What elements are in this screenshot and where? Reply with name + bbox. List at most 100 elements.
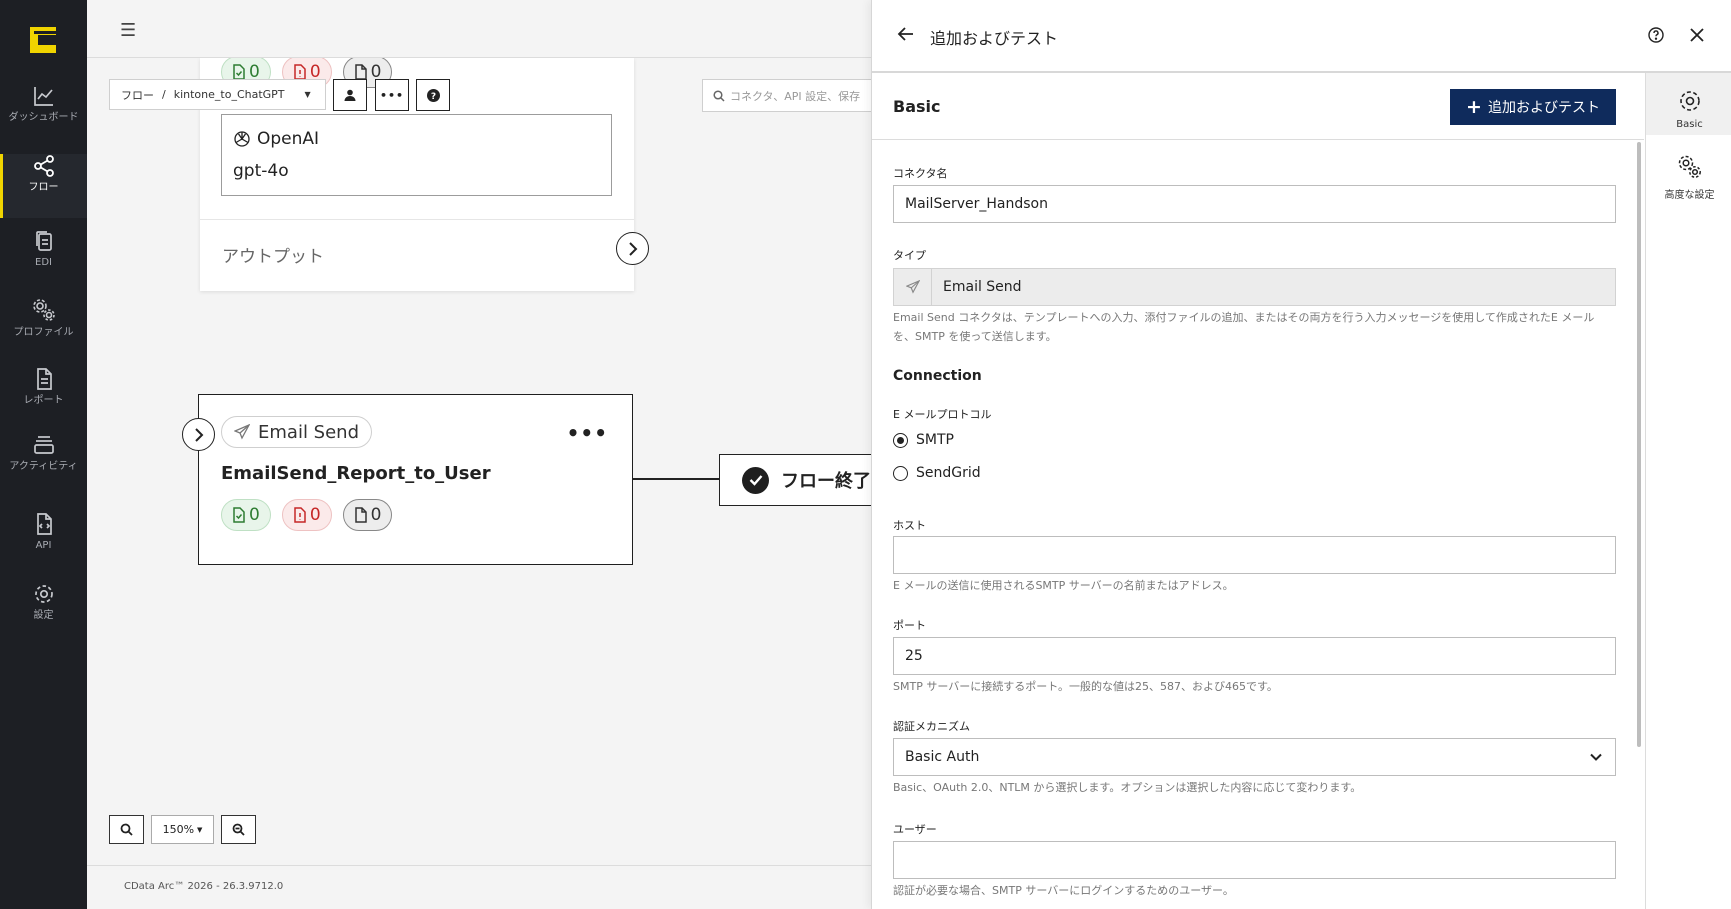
- svg-text:?: ?: [430, 92, 435, 102]
- user-button[interactable]: [333, 79, 367, 111]
- radio-smtp[interactable]: SMTP: [893, 432, 954, 448]
- flow-end-label: フロー終了: [781, 471, 871, 492]
- panel-title: 追加およびテスト: [930, 29, 1059, 48]
- user-help-text: 認証が必要な場合、SMTP サーバーにログインするためのユーザー。: [893, 884, 1234, 897]
- success-count-badge[interactable]: 0: [221, 499, 271, 531]
- file-check-icon: [233, 64, 245, 80]
- nav-label: EDI: [35, 257, 52, 268]
- nav-item-profile[interactable]: プロファイル: [0, 297, 87, 361]
- nav-item-activity[interactable]: アクティビティ: [0, 433, 87, 497]
- connector-name-input[interactable]: MailServer_Handson: [893, 185, 1616, 223]
- nav-item-flow[interactable]: フロー: [0, 154, 87, 218]
- add-and-test-button[interactable]: + 追加およびテスト: [1450, 89, 1616, 125]
- more-button[interactable]: •••: [375, 79, 409, 111]
- nav-item-settings[interactable]: 設定: [0, 582, 87, 646]
- nav-label: ダッシュボード: [8, 112, 79, 123]
- button-label: 追加およびテスト: [1487, 100, 1600, 116]
- auth-select[interactable]: Basic Auth: [893, 738, 1616, 776]
- input-value: MailServer_Handson: [905, 196, 1048, 212]
- zoom-in-button[interactable]: [109, 815, 144, 844]
- cdata-logo[interactable]: [28, 25, 58, 55]
- tab-basic[interactable]: Basic: [1646, 73, 1731, 135]
- tab-label: Basic: [1676, 119, 1703, 130]
- help-button[interactable]: ?: [416, 79, 450, 111]
- caret-down-icon: ▼: [197, 825, 203, 834]
- nav-label: フロー: [28, 182, 59, 193]
- port-input[interactable]: 25: [893, 637, 1616, 675]
- nav-item-report[interactable]: レポート: [0, 367, 87, 431]
- chevron-right-icon: [194, 427, 203, 442]
- settings-gear-icon: [34, 585, 53, 603]
- type-help-text: Email Send コネクタは、テンプレートへの入力、添付ファイルの追加、また…: [893, 311, 1595, 343]
- count-value: 0: [249, 505, 260, 525]
- gears-icon: [32, 299, 55, 321]
- protocol-label: E メールプロトコル: [893, 408, 992, 421]
- back-arrow-icon[interactable]: [897, 25, 915, 43]
- connector-type-chip: Email Send: [221, 416, 372, 448]
- tab-advanced[interactable]: 高度な設定: [1646, 141, 1731, 203]
- more-options-button[interactable]: •••: [567, 421, 608, 445]
- footer-divider: [87, 865, 871, 866]
- user-input[interactable]: [893, 841, 1616, 879]
- nav-label: プロファイル: [13, 327, 74, 338]
- gears-icon: [1678, 155, 1701, 178]
- nav-label: レポート: [23, 395, 64, 406]
- paper-plane-icon: [234, 424, 250, 440]
- connector-card-email-send[interactable]: Email Send ••• EmailSend_Report_to_User …: [198, 394, 633, 565]
- search-icon: [713, 89, 725, 102]
- input-value: 25: [905, 648, 923, 664]
- main-nav: ダッシュボード フロー EDI プロファイル レポート アクティビティ API …: [0, 0, 87, 909]
- openai-logo-icon: [234, 131, 250, 147]
- select-value: Basic Auth: [905, 749, 980, 765]
- nav-label: アクティビティ: [9, 461, 78, 472]
- zoom-in-icon: [120, 823, 133, 836]
- output-label: アウトプット: [222, 247, 324, 267]
- section-header: Basic + 追加およびテスト: [872, 75, 1644, 140]
- user-label: ユーザー: [893, 823, 937, 836]
- host-help-text: E メールの送信に使用されるSMTP サーバーの名前またはアドレス。: [893, 579, 1234, 592]
- flow-end-node[interactable]: フロー終了: [719, 454, 871, 506]
- panel-scrollbar[interactable]: [1637, 142, 1641, 747]
- breadcrumb[interactable]: フロー / kintone_to_ChatGPT ▼: [109, 79, 326, 110]
- api-file-icon: [36, 513, 52, 535]
- breadcrumb-root[interactable]: フロー: [121, 87, 154, 103]
- file-icon: [354, 507, 367, 523]
- help-icon[interactable]: [1647, 26, 1665, 44]
- error-count-badge[interactable]: 0: [281, 499, 332, 531]
- zoom-out-button[interactable]: [221, 815, 256, 844]
- file-error-icon: [294, 507, 306, 523]
- footer-version: CData Arc™ 2026 - 26.3.9712.0: [124, 881, 284, 892]
- flow-canvas[interactable]: 0 0 0 OpenAI gpt-4o アウトプット Email Send ••…: [87, 58, 871, 865]
- host-input[interactable]: [893, 536, 1616, 574]
- model-name: gpt-4o: [233, 161, 289, 181]
- menu-icon[interactable]: ☰: [120, 20, 136, 41]
- close-icon[interactable]: [1689, 27, 1705, 43]
- tab-label: 高度な設定: [1664, 190, 1715, 201]
- output-port-button[interactable]: [616, 232, 649, 265]
- nav-label: API: [35, 540, 52, 551]
- connection-heading: Connection: [893, 368, 982, 384]
- pending-count-badge[interactable]: 0: [342, 499, 393, 531]
- radio-label: SendGrid: [916, 465, 981, 481]
- port-label: ポート: [893, 619, 926, 632]
- nav-item-dashboard[interactable]: ダッシュボード: [0, 84, 87, 148]
- flow-name-select[interactable]: kintone_to_ChatGPT: [174, 88, 285, 101]
- type-label: タイプ: [893, 249, 926, 262]
- nav-item-edi[interactable]: EDI: [0, 229, 87, 293]
- ellipsis-icon: •••: [379, 88, 405, 102]
- file-error-icon: [294, 64, 306, 80]
- flow-connector-line: [633, 478, 720, 480]
- input-port-button[interactable]: [182, 418, 215, 451]
- type-label: Email Send: [258, 421, 359, 443]
- type-value: Email Send: [943, 279, 1022, 295]
- port-help-text: SMTP サーバーに接続するポート。一般的な値は25、587、および465です。: [893, 680, 1278, 693]
- activity-stack-icon: [33, 436, 54, 454]
- connector-name-label: コネクタ名: [893, 167, 948, 180]
- zoom-level-select[interactable]: 150% ▼: [151, 815, 214, 844]
- nav-item-api[interactable]: API: [0, 512, 87, 576]
- settings-tabs: Basic 高度な設定: [1645, 73, 1731, 909]
- zoom-out-icon: [232, 823, 245, 836]
- chart-line-icon: [33, 87, 53, 106]
- radio-sendgrid[interactable]: SendGrid: [893, 465, 981, 481]
- section-title: Basic: [893, 97, 941, 116]
